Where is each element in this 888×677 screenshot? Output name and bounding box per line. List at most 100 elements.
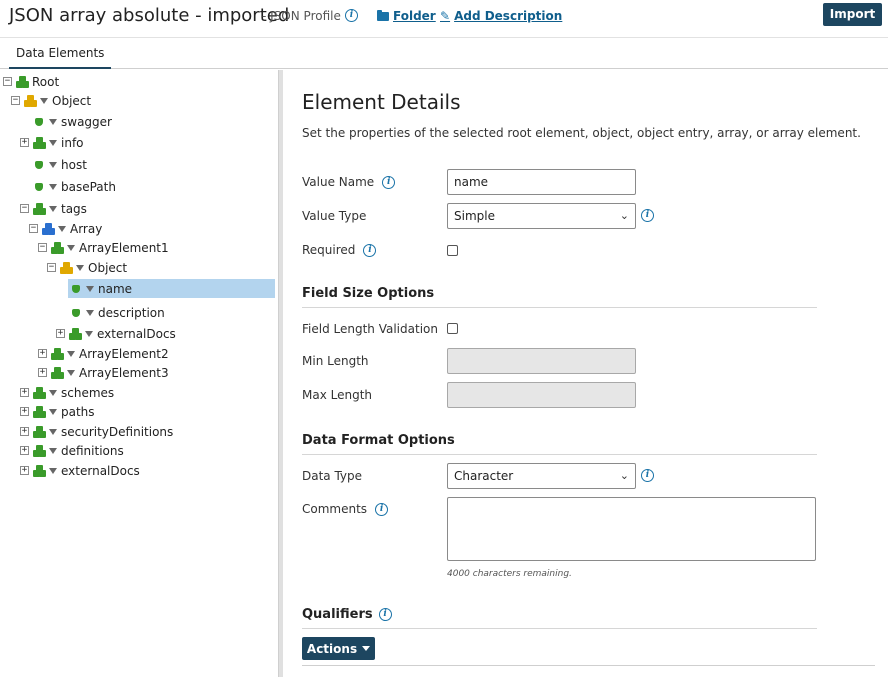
tree-node-name-selected[interactable]: name xyxy=(68,279,275,298)
dropdown-caret-icon[interactable] xyxy=(49,447,57,454)
tree-node-basepath[interactable]: basePath xyxy=(33,177,116,196)
min-length-row: Min Length xyxy=(302,354,369,368)
tree-node-root[interactable]: − Root xyxy=(3,72,59,91)
tree-node-securitydefinitions[interactable]: + securityDefinitions xyxy=(20,422,173,441)
dropdown-caret-icon[interactable] xyxy=(67,350,75,357)
required-checkbox[interactable] xyxy=(447,245,458,256)
dropdown-caret-icon[interactable] xyxy=(86,309,94,316)
dropdown-caret-icon[interactable] xyxy=(49,467,57,474)
collapse-icon[interactable]: − xyxy=(20,204,29,213)
dropdown-caret-icon[interactable] xyxy=(49,139,57,146)
dropdown-caret-icon[interactable] xyxy=(49,161,57,168)
tree-node-array[interactable]: − Array xyxy=(29,219,102,238)
expand-icon[interactable]: + xyxy=(20,407,29,416)
value-name-label-row: Value Name i xyxy=(302,175,396,189)
info-icon[interactable]: i xyxy=(641,469,654,482)
tree-node-label: description xyxy=(98,305,165,320)
collapse-icon[interactable]: − xyxy=(11,96,20,105)
expand-icon[interactable]: + xyxy=(20,446,29,455)
value-type-select[interactable]: Simple ⌄ xyxy=(447,203,636,229)
qualifiers-label: Qualifiers xyxy=(302,607,373,622)
tree-node-arrayelement2[interactable]: + ArrayElement2 xyxy=(38,344,169,363)
tree-node-host[interactable]: host xyxy=(33,155,87,174)
tab-data-elements[interactable]: Data Elements xyxy=(9,46,112,69)
tree-node-label: ArrayElement1 xyxy=(79,240,169,255)
expand-icon[interactable]: + xyxy=(20,466,29,475)
tree-node-object[interactable]: − Object xyxy=(11,91,91,110)
dropdown-caret-icon[interactable] xyxy=(76,264,84,271)
dropdown-caret-icon[interactable] xyxy=(85,330,93,337)
dropdown-caret-icon[interactable] xyxy=(49,428,57,435)
field-length-validation-checkbox[interactable] xyxy=(447,323,458,334)
actions-button-label: Actions xyxy=(306,641,358,656)
folder-link-label: Folder xyxy=(393,9,436,23)
expand-icon[interactable]: + xyxy=(20,138,29,147)
characters-remaining: 4000 characters remaining. xyxy=(447,569,572,579)
tree-node-externaldocs-nested[interactable]: + externalDocs xyxy=(56,324,176,343)
tree-node-label: ArrayElement2 xyxy=(79,346,169,361)
tree-node-definitions[interactable]: + definitions xyxy=(20,441,124,460)
tree-node-tags[interactable]: − tags xyxy=(20,199,87,218)
tree-node-label: schemes xyxy=(61,385,115,400)
value-type-selected: Simple xyxy=(454,209,495,223)
tree-node-arrayelement1[interactable]: − ArrayElement1 xyxy=(38,238,169,257)
object-icon xyxy=(60,261,73,274)
actions-button[interactable]: Actions xyxy=(302,637,375,660)
tree-node-label: securityDefinitions xyxy=(61,424,174,439)
dropdown-caret-icon[interactable] xyxy=(49,205,57,212)
dropdown-caret-icon[interactable] xyxy=(67,369,75,376)
folder-icon xyxy=(377,9,389,21)
entry-group-icon xyxy=(33,444,46,457)
details-title: Element Details xyxy=(302,90,461,114)
dropdown-caret-icon[interactable] xyxy=(58,225,66,232)
tree-node-object-nested[interactable]: − Object xyxy=(47,258,127,277)
expand-icon[interactable]: + xyxy=(20,427,29,436)
tree-node-label: Object xyxy=(88,260,128,275)
import-button[interactable]: Import xyxy=(823,3,882,26)
array-element-icon xyxy=(51,241,64,254)
dropdown-caret-icon[interactable] xyxy=(49,183,57,190)
tree-node-info[interactable]: + info xyxy=(20,133,84,152)
expand-icon[interactable]: + xyxy=(56,329,65,338)
tab-bar: Data Elements xyxy=(0,38,888,69)
tree-node-arrayelement3[interactable]: + ArrayElement3 xyxy=(38,363,169,382)
comments-textarea[interactable] xyxy=(447,497,816,561)
page-header: JSON array absolute - imported - JSON Pr… xyxy=(0,0,888,38)
dropdown-caret-icon[interactable] xyxy=(49,408,57,415)
dropdown-caret-icon[interactable] xyxy=(49,389,57,396)
tree-node-label: externalDocs xyxy=(61,463,140,478)
expand-icon[interactable]: + xyxy=(20,388,29,397)
info-icon[interactable]: i xyxy=(363,243,377,257)
collapse-icon[interactable]: − xyxy=(29,224,38,233)
folder-link[interactable]: Folder xyxy=(377,9,436,23)
collapse-icon[interactable]: − xyxy=(3,77,12,86)
dropdown-caret-icon[interactable] xyxy=(40,97,48,104)
add-description-link[interactable]: ✎ Add Description xyxy=(440,9,562,23)
entry-group-icon xyxy=(33,386,46,399)
max-length-row: Max Length xyxy=(302,388,372,402)
info-icon[interactable]: i xyxy=(378,608,392,621)
tree-node-paths[interactable]: + paths xyxy=(20,402,95,421)
value-type-label-row: Value Type xyxy=(302,209,366,223)
info-icon[interactable]: i xyxy=(375,502,389,516)
tree-node-swagger[interactable]: swagger xyxy=(33,112,112,131)
collapse-icon[interactable]: − xyxy=(47,263,56,272)
data-type-select[interactable]: Character ⌄ xyxy=(447,463,636,489)
dropdown-caret-icon[interactable] xyxy=(49,118,57,125)
tree-node-description[interactable]: description xyxy=(70,303,165,322)
tree-node-externaldocs[interactable]: + externalDocs xyxy=(20,461,140,480)
entry-group-icon xyxy=(33,425,46,438)
dropdown-caret-icon[interactable] xyxy=(86,285,94,292)
info-icon[interactable]: i xyxy=(382,175,396,189)
expand-icon[interactable]: + xyxy=(38,368,47,377)
info-icon[interactable]: i xyxy=(641,209,654,222)
expand-icon[interactable]: + xyxy=(38,349,47,358)
dropdown-caret-icon[interactable] xyxy=(67,244,75,251)
info-icon[interactable]: i xyxy=(345,9,358,22)
tree-node-schemes[interactable]: + schemes xyxy=(20,383,114,402)
add-description-label: Add Description xyxy=(454,9,563,23)
collapse-icon[interactable]: − xyxy=(38,243,47,252)
tree-node-label: tags xyxy=(61,201,87,216)
tree-node-label: Object xyxy=(52,93,92,108)
value-name-input[interactable]: name xyxy=(447,169,636,195)
